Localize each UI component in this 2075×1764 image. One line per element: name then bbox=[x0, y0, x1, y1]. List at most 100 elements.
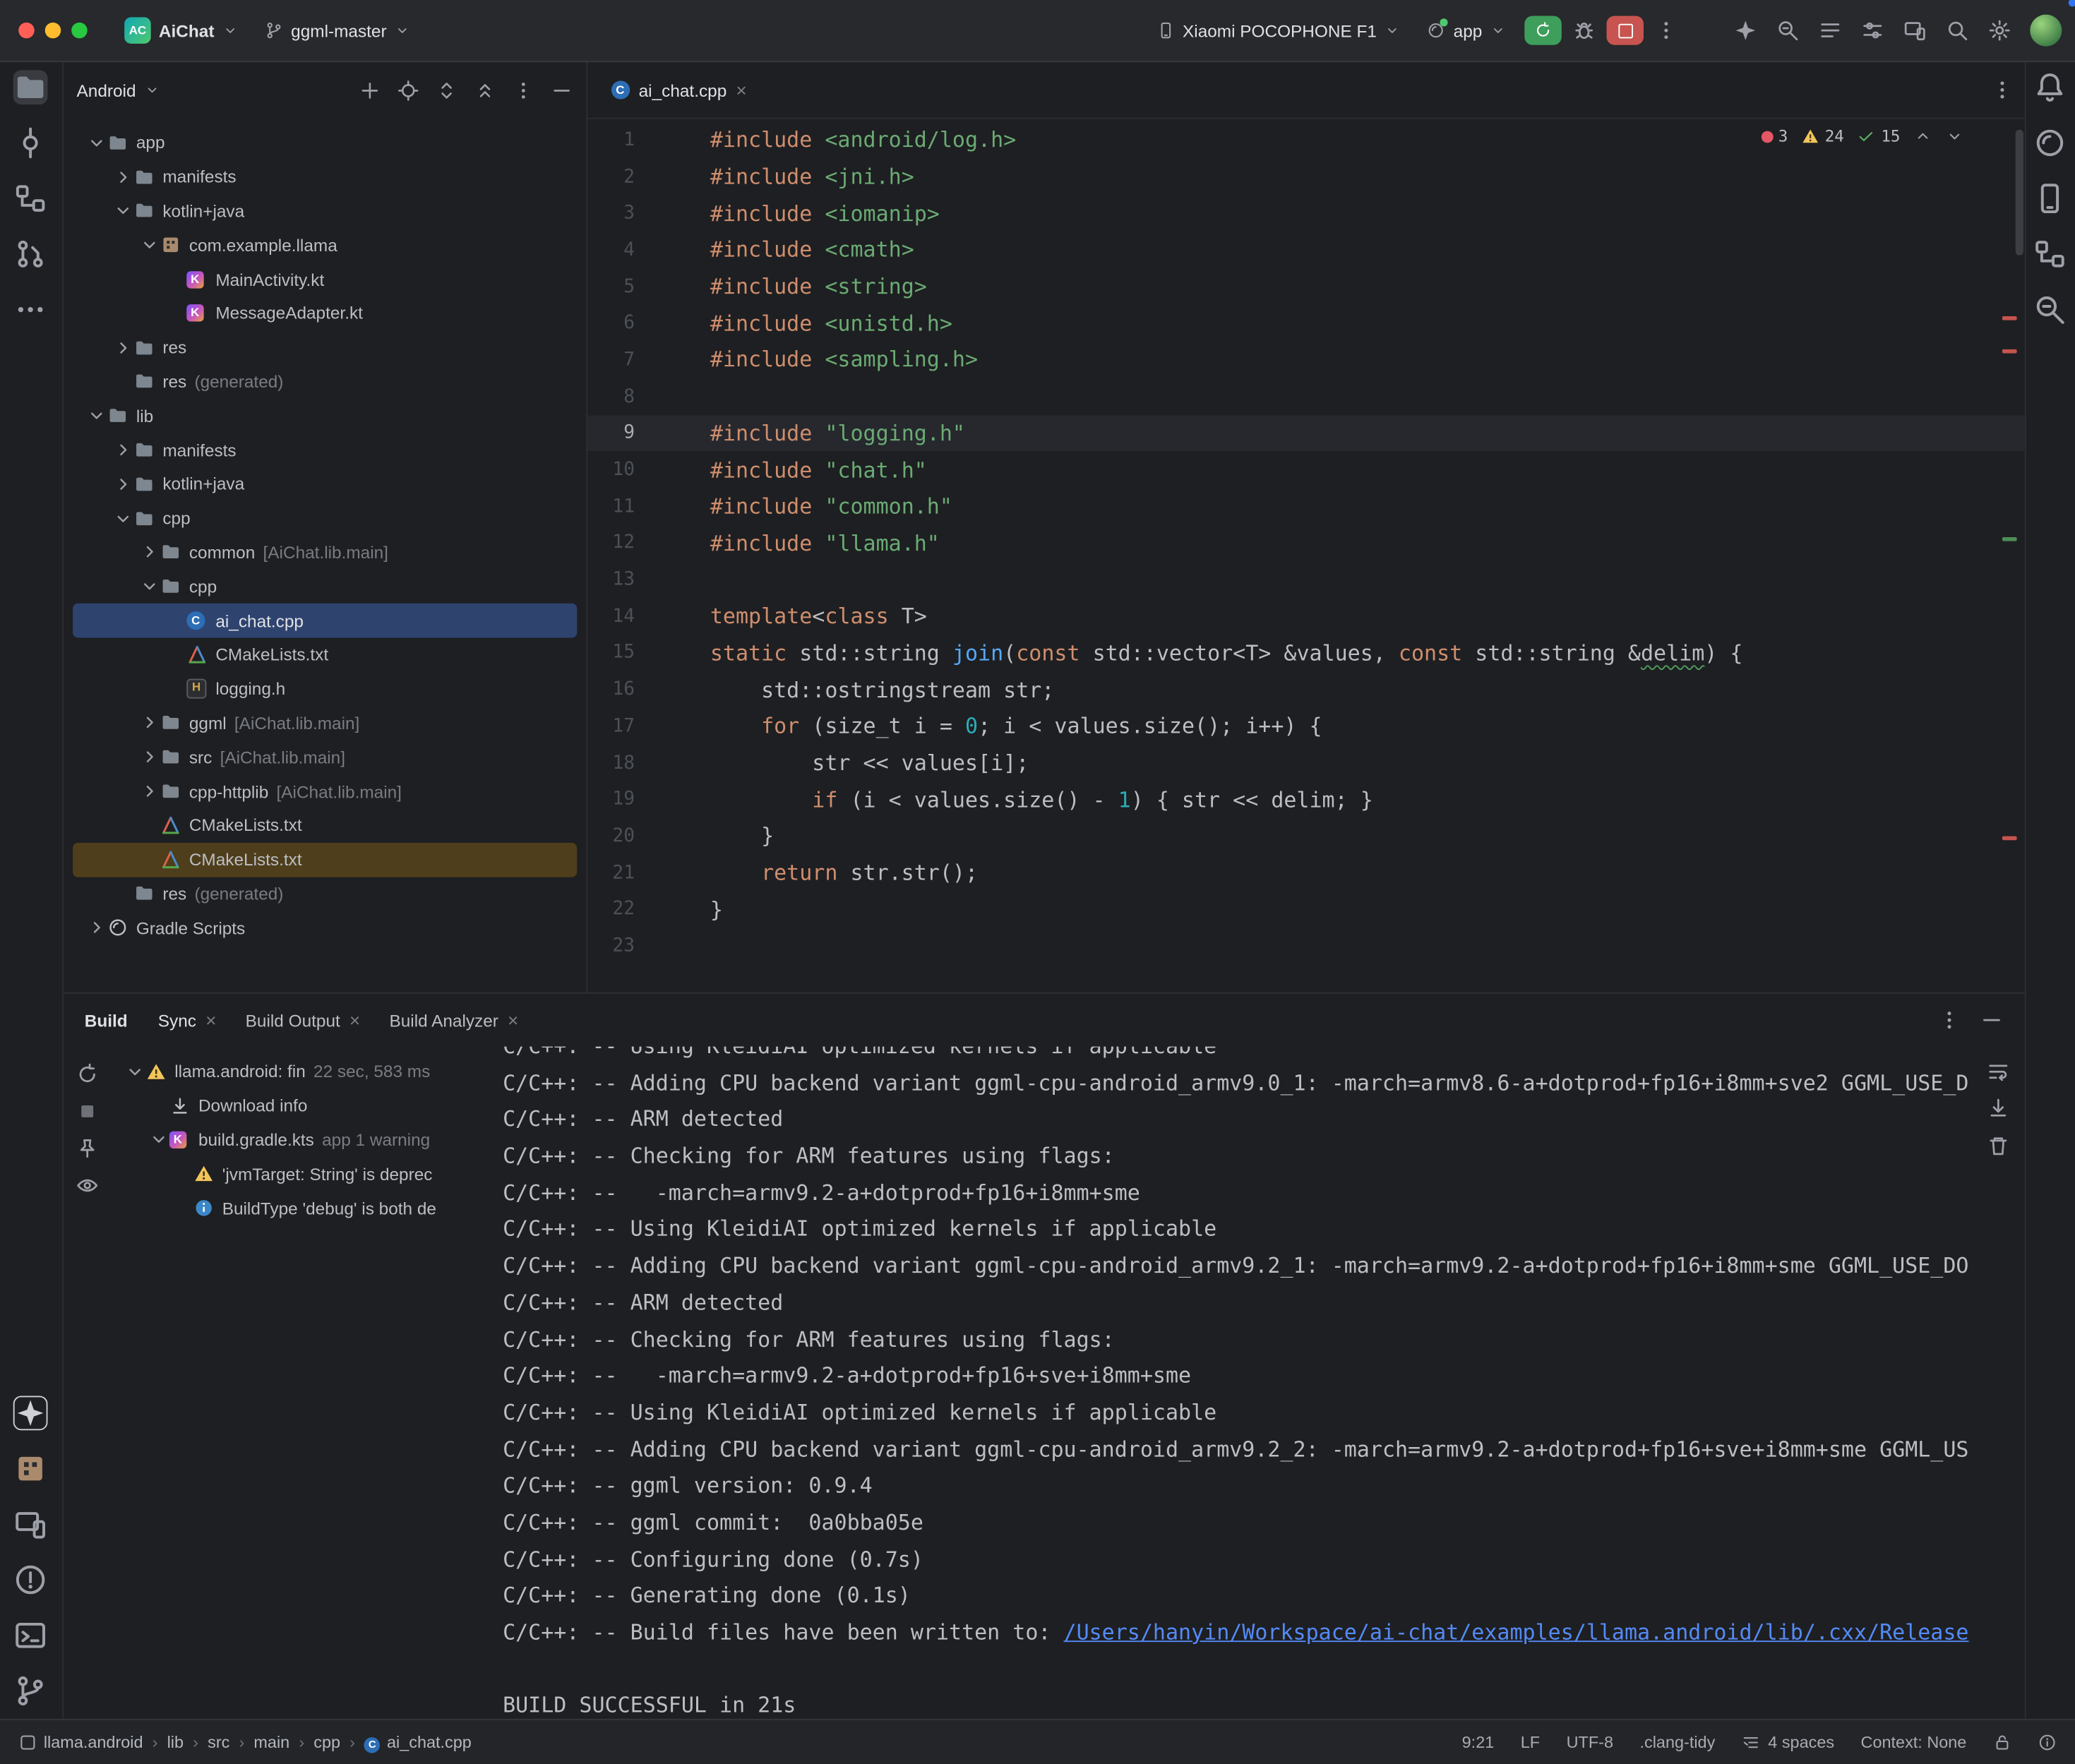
tree-row[interactable]: kotlin+java bbox=[73, 194, 577, 228]
tree-row[interactable]: Download info bbox=[114, 1088, 487, 1122]
tree-row[interactable]: BuildType 'debug' is both de bbox=[114, 1191, 487, 1225]
scroll-to-end-icon[interactable] bbox=[1986, 1097, 2010, 1121]
line-number[interactable]: 22 bbox=[587, 899, 635, 920]
build-console[interactable]: C/C++: -- Using KleidiAI optimized kerne… bbox=[489, 1047, 1971, 1719]
editor-options-icon[interactable] bbox=[1990, 78, 2014, 102]
soft-wrap-icon[interactable] bbox=[1986, 1060, 2010, 1084]
build-output-link[interactable]: /Users/hanyin/Workspace/ai-chat/examples… bbox=[1064, 1619, 1969, 1645]
code-line[interactable]: 2#include <jni.h> bbox=[587, 158, 2025, 195]
breadcrumb-item[interactable]: cpp bbox=[313, 1733, 340, 1751]
line-number[interactable]: 3 bbox=[587, 203, 635, 224]
code-line[interactable]: 19 if (i < values.size() - 1) { str << d… bbox=[587, 781, 2025, 818]
chevron-down-icon[interactable] bbox=[112, 508, 133, 529]
code-line[interactable]: 7#include <sampling.h> bbox=[587, 342, 2025, 378]
line-number[interactable]: 15 bbox=[587, 642, 635, 664]
code-line[interactable]: 16 std::ostringstream str; bbox=[587, 671, 2025, 708]
line-number[interactable]: 9 bbox=[587, 423, 635, 444]
logcat-icon[interactable] bbox=[1818, 18, 1842, 42]
tree-row[interactable]: src[AiChat.lib.main] bbox=[73, 740, 577, 774]
gradle-tool-icon[interactable] bbox=[2033, 126, 2068, 160]
structure-tool-icon[interactable] bbox=[14, 181, 49, 216]
code-line[interactable]: 14template<class T> bbox=[587, 598, 2025, 635]
vcs-branch-widget[interactable]: ggml-master bbox=[256, 16, 418, 44]
chevron-down-icon[interactable] bbox=[144, 82, 160, 97]
pin-icon[interactable] bbox=[76, 1136, 100, 1160]
device-selector[interactable]: Xiaomi POCOPHONE F1 bbox=[1148, 16, 1409, 44]
code-line[interactable]: 11#include "common.h" bbox=[587, 488, 2025, 524]
status-item--clang-tidy[interactable]: .clang-tidy bbox=[1639, 1733, 1715, 1751]
next-issue-icon[interactable] bbox=[1945, 127, 1963, 145]
info-icon[interactable] bbox=[2038, 1733, 2057, 1751]
line-number[interactable]: 14 bbox=[587, 606, 635, 627]
tree-row[interactable]: app bbox=[73, 126, 577, 160]
tree-row[interactable]: com.example.llama bbox=[73, 228, 577, 262]
tree-row[interactable]: KMessageAdapter.kt bbox=[73, 296, 577, 330]
breadcrumb-item[interactable]: src bbox=[208, 1733, 229, 1751]
error-stripe-mark[interactable] bbox=[2002, 316, 2017, 320]
tree-row[interactable]: CMakeLists.txt bbox=[73, 842, 577, 876]
project-view-selector[interactable]: Android bbox=[77, 80, 136, 100]
previous-issue-icon[interactable] bbox=[1913, 127, 1932, 145]
line-number[interactable]: 21 bbox=[587, 862, 635, 883]
code-line[interactable]: 5#include <string> bbox=[587, 268, 2025, 305]
code-editor[interactable]: 1#include <android/log.h>2#include <jni.… bbox=[587, 119, 2025, 992]
chevron-right-icon[interactable] bbox=[139, 541, 160, 563]
build-tab-sync[interactable]: Sync× bbox=[143, 1002, 231, 1038]
line-number[interactable]: 10 bbox=[587, 459, 635, 480]
tree-row[interactable]: KMainActivity.kt bbox=[73, 262, 577, 296]
minimize-window-button[interactable] bbox=[45, 23, 61, 38]
terminal-tool-icon[interactable] bbox=[14, 1618, 49, 1652]
tree-row[interactable]: ggml[AiChat.lib.main] bbox=[73, 706, 577, 740]
tree-row[interactable]: res bbox=[73, 330, 577, 364]
chevron-down-icon[interactable] bbox=[86, 132, 107, 153]
code-line[interactable]: 17 for (size_t i = 0; i < values.size();… bbox=[587, 708, 2025, 745]
readonly-lock-icon[interactable] bbox=[1993, 1733, 2011, 1751]
tree-row[interactable]: llama.android: fin22 sec, 583 ms bbox=[114, 1055, 487, 1088]
close-tab-icon[interactable]: × bbox=[508, 1011, 518, 1029]
tree-row[interactable]: lib bbox=[73, 399, 577, 433]
code-line[interactable]: 22} bbox=[587, 891, 2025, 928]
layout-inspector-icon[interactable] bbox=[2033, 237, 2068, 272]
expand-all-icon[interactable] bbox=[435, 79, 458, 102]
chevron-right-icon[interactable] bbox=[112, 337, 133, 358]
chevron-right-icon[interactable] bbox=[139, 781, 160, 802]
build-tab-build-output[interactable]: Build Output× bbox=[231, 1002, 375, 1038]
line-number[interactable]: 23 bbox=[587, 935, 635, 956]
collapse-all-icon[interactable] bbox=[473, 79, 496, 102]
app-inspection-icon[interactable] bbox=[2033, 292, 2068, 327]
locate-file-icon[interactable] bbox=[397, 79, 419, 102]
version-control-tool-icon[interactable] bbox=[14, 1674, 49, 1708]
line-number[interactable]: 1 bbox=[587, 129, 635, 150]
tree-row[interactable]: res(generated) bbox=[73, 877, 577, 911]
hide-panel-icon[interactable] bbox=[550, 79, 573, 102]
search-everywhere-icon[interactable] bbox=[1945, 18, 1969, 42]
line-number[interactable]: 2 bbox=[587, 166, 635, 187]
problems-tool-icon[interactable] bbox=[14, 1563, 49, 1597]
editor-scrollbar[interactable] bbox=[2016, 130, 2023, 256]
breadcrumb-item[interactable]: Cai_chat.cpp bbox=[364, 1733, 472, 1753]
code-line[interactable]: 6#include <unistd.h> bbox=[587, 305, 2025, 342]
line-number[interactable]: 13 bbox=[587, 569, 635, 590]
tree-row[interactable]: res(generated) bbox=[73, 365, 577, 399]
close-tab-icon[interactable]: × bbox=[349, 1011, 360, 1029]
debug-button[interactable] bbox=[1572, 18, 1596, 42]
close-tab-icon[interactable]: × bbox=[205, 1011, 216, 1029]
code-line[interactable]: 18 str << values[i]; bbox=[587, 745, 2025, 781]
running-devices-tool-icon[interactable] bbox=[14, 1507, 49, 1542]
line-number[interactable]: 8 bbox=[587, 386, 635, 407]
tree-row[interactable]: Gradle Scripts bbox=[73, 911, 577, 944]
chevron-down-icon[interactable] bbox=[139, 576, 160, 597]
line-number[interactable]: 12 bbox=[587, 532, 635, 553]
chevron-right-icon[interactable] bbox=[112, 474, 133, 495]
code-line[interactable]: 15static std::string join(const std::vec… bbox=[587, 635, 2025, 671]
status-item-utf-8[interactable]: UTF-8 bbox=[1567, 1733, 1613, 1751]
line-number[interactable]: 20 bbox=[587, 825, 635, 846]
chevron-down-icon[interactable] bbox=[148, 1129, 169, 1151]
inspections-widget[interactable]: 3 24 15 bbox=[1761, 127, 1963, 145]
zoom-window-button[interactable] bbox=[71, 23, 87, 38]
status-item-lf[interactable]: LF bbox=[1521, 1733, 1540, 1751]
code-line[interactable]: 12#include "llama.h" bbox=[587, 524, 2025, 561]
code-line[interactable]: 23 bbox=[587, 928, 2025, 964]
commit-tool-icon[interactable] bbox=[14, 126, 49, 160]
status-item-9-21[interactable]: 9:21 bbox=[1462, 1733, 1495, 1751]
